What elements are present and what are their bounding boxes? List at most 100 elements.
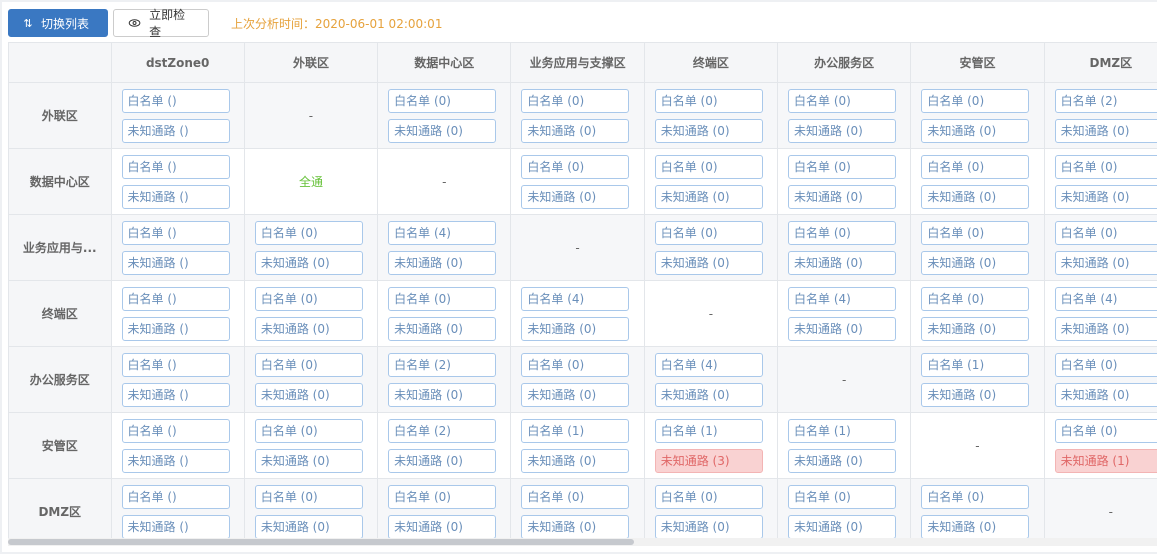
unknown-path-button[interactable]: 未知通路 (0): [1054, 250, 1157, 275]
unknown-path-button[interactable]: 未知通路 (0): [1054, 118, 1157, 143]
whitelist-button[interactable]: 白名单 (0): [254, 352, 363, 377]
unknown-path-button[interactable]: 未知通路 (0): [1054, 316, 1157, 341]
whitelist-button[interactable]: 白名单 (4): [654, 352, 763, 377]
unknown-path-button[interactable]: 未知通路 (0): [921, 250, 1030, 275]
whitelist-button[interactable]: 白名单 (): [121, 154, 230, 179]
unknown-path-button[interactable]: 未知通路 (0): [521, 448, 630, 473]
whitelist-button[interactable]: 白名单 (): [121, 88, 230, 113]
unknown-path-button[interactable]: 未知通路 (0): [788, 118, 897, 143]
whitelist-button[interactable]: 白名单 (0): [1054, 352, 1157, 377]
unknown-path-button[interactable]: 未知通路 (0): [254, 316, 363, 341]
whitelist-button[interactable]: 白名单 (0): [654, 484, 763, 509]
whitelist-button[interactable]: 白名单 (): [121, 220, 230, 245]
unknown-path-button[interactable]: 未知通路 (0): [921, 184, 1030, 209]
unknown-path-button[interactable]: 未知通路 (0): [654, 382, 763, 407]
unknown-path-button[interactable]: 未知通路 (0): [921, 118, 1030, 143]
unknown-path-button[interactable]: 未知通路 (0): [388, 316, 497, 341]
whitelist-button[interactable]: 白名单 (0): [1054, 154, 1157, 179]
whitelist-button[interactable]: 白名单 (0): [388, 484, 497, 509]
unknown-path-button[interactable]: 未知通路 (): [121, 448, 230, 473]
unknown-path-button[interactable]: 未知通路 (0): [254, 382, 363, 407]
horizontal-scrollbar-thumb[interactable]: [8, 539, 634, 545]
unknown-path-button[interactable]: 未知通路 (): [121, 382, 230, 407]
whitelist-button[interactable]: 白名单 (4): [788, 286, 897, 311]
unknown-path-alert-button[interactable]: 未知通路 (1): [1054, 448, 1157, 473]
unknown-path-alert-button[interactable]: 未知通路 (3): [654, 448, 763, 473]
whitelist-button[interactable]: 白名单 (0): [921, 154, 1030, 179]
whitelist-button[interactable]: 白名单 (0): [254, 286, 363, 311]
whitelist-button[interactable]: 白名单 (0): [521, 352, 630, 377]
whitelist-button[interactable]: 白名单 (2): [1054, 88, 1157, 113]
empty-cell-dash: -: [243, 82, 379, 149]
whitelist-button[interactable]: 白名单 (4): [521, 286, 630, 311]
unknown-path-button[interactable]: 未知通路 (0): [1054, 382, 1157, 407]
unknown-path-button[interactable]: 未知通路 (0): [654, 118, 763, 143]
whitelist-button[interactable]: 白名单 (0): [654, 154, 763, 179]
whitelist-button[interactable]: 白名单 (0): [521, 484, 630, 509]
unknown-path-button[interactable]: 未知通路 (0): [521, 118, 630, 143]
whitelist-button[interactable]: 白名单 (2): [388, 352, 497, 377]
whitelist-button[interactable]: 白名单 (): [121, 352, 230, 377]
unknown-path-button[interactable]: 未知通路 (0): [654, 250, 763, 275]
unknown-path-button[interactable]: 未知通路 (): [121, 316, 230, 341]
whitelist-button[interactable]: 白名单 (0): [254, 220, 363, 245]
unknown-path-button[interactable]: 未知通路 (0): [388, 382, 497, 407]
whitelist-button[interactable]: 白名单 (0): [254, 418, 363, 443]
unknown-path-button[interactable]: 未知通路 (0): [521, 184, 630, 209]
unknown-path-button[interactable]: 未知通路 (0): [1054, 184, 1157, 209]
whitelist-button[interactable]: 白名单 (0): [921, 286, 1030, 311]
unknown-path-button[interactable]: 未知通路 (0): [788, 184, 897, 209]
unknown-path-button[interactable]: 未知通路 (0): [654, 184, 763, 209]
whitelist-button[interactable]: 白名单 (0): [388, 88, 497, 113]
unknown-path-button[interactable]: 未知通路 (): [121, 250, 230, 275]
unknown-path-button[interactable]: 未知通路 (0): [254, 514, 363, 538]
whitelist-button[interactable]: 白名单 (): [121, 418, 230, 443]
unknown-path-button[interactable]: 未知通路 (0): [521, 316, 630, 341]
whitelist-button[interactable]: 白名单 (1): [654, 418, 763, 443]
unknown-path-button[interactable]: 未知通路 (): [121, 184, 230, 209]
whitelist-button[interactable]: 白名单 (0): [921, 484, 1030, 509]
whitelist-button[interactable]: 白名单 (0): [654, 88, 763, 113]
whitelist-button[interactable]: 白名单 (0): [788, 484, 897, 509]
whitelist-button[interactable]: 白名单 (4): [388, 220, 497, 245]
unknown-path-button[interactable]: 未知通路 (0): [388, 118, 497, 143]
whitelist-button[interactable]: 白名单 (): [121, 484, 230, 509]
unknown-path-button[interactable]: 未知通路 (0): [921, 316, 1030, 341]
unknown-path-button[interactable]: 未知通路 (0): [788, 514, 897, 538]
check-now-button[interactable]: 立即检查: [113, 8, 209, 39]
whitelist-button[interactable]: 白名单 (0): [1054, 418, 1157, 443]
whitelist-button[interactable]: 白名单 (0): [388, 286, 497, 311]
unknown-path-button[interactable]: 未知通路 (0): [388, 448, 497, 473]
unknown-path-button[interactable]: 未知通路 (0): [921, 514, 1030, 538]
unknown-path-button[interactable]: 未知通路 (0): [254, 448, 363, 473]
whitelist-button[interactable]: 白名单 (2): [388, 418, 497, 443]
whitelist-button[interactable]: 白名单 (1): [921, 352, 1030, 377]
whitelist-button[interactable]: 白名单 (1): [521, 418, 630, 443]
unknown-path-button[interactable]: 未知通路 (0): [521, 514, 630, 538]
whitelist-button[interactable]: 白名单 (0): [788, 154, 897, 179]
whitelist-button[interactable]: 白名单 (0): [521, 154, 630, 179]
whitelist-button[interactable]: 白名单 (0): [654, 220, 763, 245]
unknown-path-button[interactable]: 未知通路 (0): [388, 514, 497, 538]
unknown-path-button[interactable]: 未知通路 (): [121, 514, 230, 538]
whitelist-button[interactable]: 白名单 (0): [254, 484, 363, 509]
whitelist-button[interactable]: 白名单 (): [121, 286, 230, 311]
unknown-path-button[interactable]: 未知通路 (0): [788, 448, 897, 473]
whitelist-button[interactable]: 白名单 (0): [521, 88, 630, 113]
whitelist-button[interactable]: 白名单 (0): [1054, 220, 1157, 245]
switch-list-button[interactable]: ⇅ 切换列表: [8, 9, 108, 37]
whitelist-button[interactable]: 白名单 (1): [788, 418, 897, 443]
whitelist-button[interactable]: 白名单 (0): [788, 88, 897, 113]
unknown-path-button[interactable]: 未知通路 (0): [254, 250, 363, 275]
whitelist-button[interactable]: 白名单 (0): [788, 220, 897, 245]
unknown-path-button[interactable]: 未知通路 (0): [521, 382, 630, 407]
unknown-path-button[interactable]: 未知通路 (0): [788, 250, 897, 275]
whitelist-button[interactable]: 白名单 (0): [921, 88, 1030, 113]
unknown-path-button[interactable]: 未知通路 (0): [921, 382, 1030, 407]
unknown-path-button[interactable]: 未知通路 (0): [788, 316, 897, 341]
whitelist-button[interactable]: 白名单 (4): [1054, 286, 1157, 311]
whitelist-button[interactable]: 白名单 (0): [921, 220, 1030, 245]
unknown-path-button[interactable]: 未知通路 (0): [388, 250, 497, 275]
unknown-path-button[interactable]: 未知通路 (): [121, 118, 230, 143]
unknown-path-button[interactable]: 未知通路 (0): [654, 514, 763, 538]
